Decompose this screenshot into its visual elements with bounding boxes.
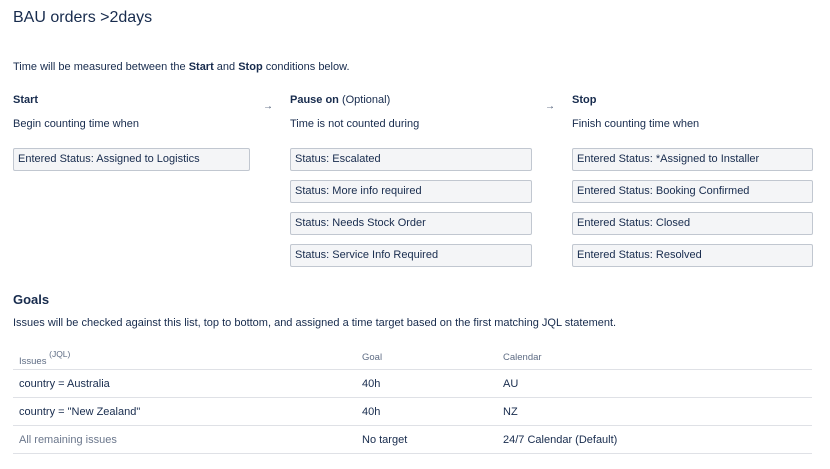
row-calendar: AU xyxy=(503,378,519,390)
table-row: country = "New Zealand" 40h NZ xyxy=(13,398,812,426)
row-goal: 40h xyxy=(362,378,381,390)
table-row: country = Australia 40h AU xyxy=(13,370,812,398)
pause-condition: Status: Escalated xyxy=(290,148,532,171)
pause-heading: Pause on (Optional) xyxy=(290,93,532,107)
header-issues: Issues (JQL) xyxy=(19,345,362,369)
pause-condition: Status: Needs Stock Order xyxy=(290,212,532,235)
goals-description: Issues will be checked against this list… xyxy=(13,317,617,329)
intro-suffix: conditions below. xyxy=(262,61,350,73)
stop-subtitle: Finish counting time when xyxy=(572,118,700,130)
row-issues-jql: All remaining issues xyxy=(19,434,117,446)
header-calendar: Calendar xyxy=(503,352,542,363)
pause-condition: Status: More info required xyxy=(290,180,532,203)
header-issues-note: (JQL) xyxy=(49,349,71,359)
row-issues-jql: country = "New Zealand" xyxy=(19,406,141,418)
stop-heading: Stop xyxy=(572,94,597,106)
row-calendar: NZ xyxy=(503,406,518,418)
stop-condition: Entered Status: *Assigned to Installer xyxy=(572,148,813,171)
intro-start-word: Start xyxy=(188,61,214,73)
pause-subtitle: Time is not counted during xyxy=(290,118,420,130)
intro-stop-word: Stop xyxy=(238,61,263,73)
pause-heading-label: Pause on xyxy=(290,94,339,106)
header-goal: Goal xyxy=(362,352,383,363)
stop-column: Stop Finish counting time when Entered S… xyxy=(572,93,813,276)
stop-condition-list: Entered Status: *Assigned to Installer E… xyxy=(572,148,813,267)
pause-column: Pause on (Optional) Time is not counted … xyxy=(290,93,532,276)
start-column: Start Begin counting time when Entered S… xyxy=(13,93,250,180)
row-issues-jql: country = Australia xyxy=(19,378,110,390)
stop-condition: Entered Status: Booking Confirmed xyxy=(572,180,813,203)
start-subtitle: Begin counting time when xyxy=(13,118,139,130)
intro-prefix: Time will be measured between the xyxy=(13,61,189,73)
pause-optional-note: (Optional) xyxy=(338,94,391,106)
stop-condition: Entered Status: Closed xyxy=(572,212,813,235)
page-title: BAU orders >2days xyxy=(13,9,153,26)
start-condition-list: Entered Status: Assigned to Logistics xyxy=(13,148,250,171)
intro-text: Time will be measured between the Start … xyxy=(13,61,350,73)
stop-condition: Entered Status: Resolved xyxy=(572,244,813,267)
start-condition: Entered Status: Assigned to Logistics xyxy=(13,148,250,171)
row-goal: 40h xyxy=(362,406,381,418)
arrow-right-icon: → xyxy=(263,101,273,112)
table-row: All remaining issues No target 24/7 Cale… xyxy=(13,426,812,454)
row-goal: No target xyxy=(362,434,408,446)
goals-table-header: Issues (JQL) Goal Calendar xyxy=(13,345,812,370)
start-heading: Start xyxy=(13,94,39,106)
intro-and: and xyxy=(213,61,239,73)
row-calendar: 24/7 Calendar (Default) xyxy=(503,434,618,446)
pause-condition-list: Status: Escalated Status: More info requ… xyxy=(290,148,532,267)
pause-condition: Status: Service Info Required xyxy=(290,244,532,267)
goals-table: Issues (JQL) Goal Calendar country = Aus… xyxy=(13,345,812,454)
arrow-right-icon: → xyxy=(545,101,555,112)
goals-title: Goals xyxy=(13,292,50,307)
header-issues-label: Issues xyxy=(19,356,47,368)
